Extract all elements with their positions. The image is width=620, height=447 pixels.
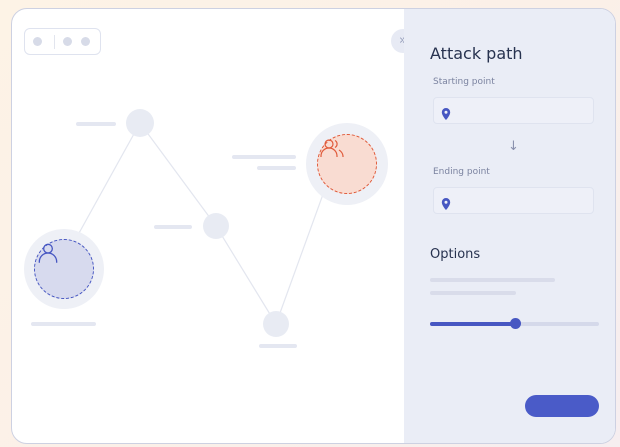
arrow-down-icon: ↓ <box>508 139 519 154</box>
option-placeholder <box>430 278 555 282</box>
node-label-placeholder <box>257 166 296 170</box>
node-label-placeholder <box>259 344 297 348</box>
attack-path-panel: Attack path Starting point ↓ Ending poin… <box>404 9 615 443</box>
starting-point-label: Starting point <box>433 77 495 87</box>
graph-node[interactable] <box>126 109 154 137</box>
source-node-inner <box>34 239 94 299</box>
graph-node[interactable] <box>263 311 289 337</box>
app-window: » Attack path Starting point ↓ Ending po… <box>11 8 616 444</box>
node-label-placeholder <box>232 155 296 159</box>
options-title: Options <box>430 247 481 262</box>
submit-button[interactable] <box>525 395 599 417</box>
graph-canvas <box>12 9 404 443</box>
ending-point-label: Ending point <box>433 167 490 177</box>
target-node[interactable] <box>306 123 388 205</box>
slider-handle[interactable] <box>509 318 521 329</box>
starting-point-input[interactable] <box>433 97 594 124</box>
options-slider[interactable] <box>430 318 599 329</box>
ending-point-input[interactable] <box>433 187 594 214</box>
map-pin-icon <box>441 105 451 124</box>
edge <box>139 122 217 227</box>
node-label-placeholder <box>154 225 192 229</box>
target-node-inner <box>317 134 377 194</box>
panel-title: Attack path <box>430 44 523 63</box>
node-label-placeholder <box>31 322 96 326</box>
slider-fill <box>430 322 515 326</box>
node-label-placeholder <box>76 122 116 126</box>
graph-node[interactable] <box>203 213 229 239</box>
option-placeholder <box>430 291 516 295</box>
map-pin-icon <box>441 195 451 214</box>
edge <box>215 225 277 325</box>
source-node[interactable] <box>24 229 104 309</box>
